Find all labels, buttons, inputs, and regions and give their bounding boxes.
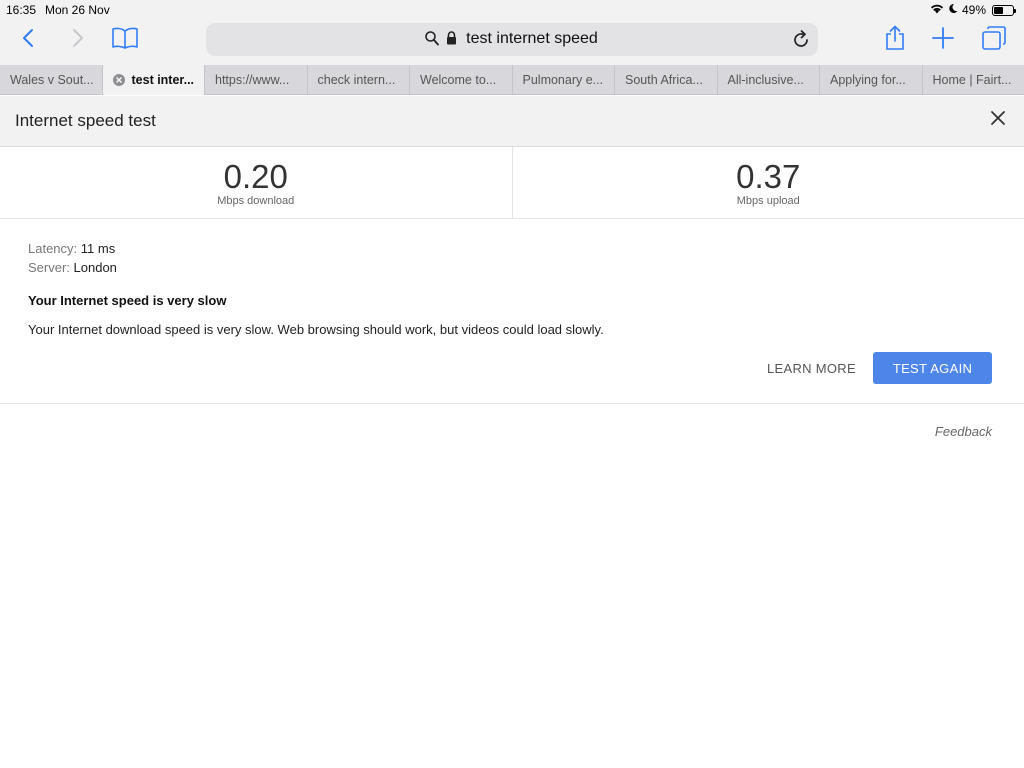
tabs-icon (981, 25, 1007, 56)
latency-label: Latency: (28, 241, 78, 256)
tab-item[interactable]: Wales v Sout... (0, 65, 103, 95)
new-tab-button[interactable] (930, 25, 956, 55)
latency-row: Latency: 11 ms (28, 239, 998, 258)
tab-item[interactable]: https://www... (205, 65, 308, 95)
address-bar[interactable]: test internet speed (206, 23, 818, 56)
tab-label: Applying for... (830, 73, 906, 87)
tab-bar: Wales v Sout... test inter... https://ww… (0, 65, 1024, 95)
tab-label: Welcome to... (420, 73, 497, 87)
tab-item[interactable]: Pulmonary e... (513, 65, 615, 95)
tab-label: https://www... (215, 73, 290, 87)
chevron-right-icon (72, 28, 84, 53)
speedtest-details: Latency: 11 ms Server: London Your Inter… (28, 239, 998, 337)
download-result: 0.20 Mbps download (0, 147, 513, 218)
status-date: Mon 26 Nov (45, 3, 110, 17)
upload-result: 0.37 Mbps upload (513, 147, 1024, 218)
server-label: Server: (28, 260, 70, 275)
bookmarks-button[interactable] (110, 25, 140, 55)
chevron-left-icon (22, 28, 34, 53)
wifi-icon (930, 3, 944, 17)
learn-more-button[interactable]: LEARN MORE (767, 361, 856, 376)
speedtest-header: Internet speed test (0, 96, 1024, 147)
tab-item[interactable]: South Africa... (615, 65, 718, 95)
moon-icon (948, 3, 958, 17)
tab-item[interactable]: All-inclusive... (718, 65, 820, 95)
status-time: 16:35 (6, 3, 37, 17)
share-icon (884, 25, 906, 56)
tab-label: South Africa... (625, 73, 703, 87)
upload-value: 0.37 (736, 158, 801, 195)
share-button[interactable] (882, 25, 908, 55)
status-bar: 16:35 Mon 26 Nov 49% (0, 0, 1024, 20)
result-description: Your Internet download speed is very slo… (28, 322, 604, 337)
forward-button[interactable] (68, 25, 88, 55)
tab-label: Wales v Sout... (10, 73, 94, 87)
book-icon (111, 26, 139, 55)
upload-label: Mbps upload (736, 195, 800, 207)
feedback-link[interactable]: Feedback (935, 424, 992, 439)
battery-icon (992, 4, 1016, 16)
tab-label: test inter... (131, 73, 195, 87)
reload-icon[interactable] (793, 30, 810, 53)
tab-item[interactable]: Welcome to... (410, 65, 513, 95)
latency-value: 11 ms (80, 241, 116, 256)
speed-results: 0.20 Mbps download 0.37 Mbps upload (0, 147, 1024, 219)
tab-item-active[interactable]: test inter... (102, 65, 205, 95)
speedtest-title: Internet speed test (15, 111, 156, 130)
close-icon[interactable] (990, 110, 1006, 131)
plus-icon (932, 26, 954, 54)
tab-item[interactable]: check intern... (308, 65, 410, 95)
back-button[interactable] (18, 25, 38, 55)
download-value: 0.20 (223, 158, 288, 195)
tab-label: Pulmonary e... (522, 73, 604, 87)
tab-item[interactable]: Applying for... (820, 65, 923, 95)
tab-label: Home | Fairt... (932, 73, 1012, 87)
status-right: 49% (930, 3, 1016, 17)
tab-label: check intern... (317, 73, 396, 87)
tab-label: All-inclusive... (727, 73, 804, 87)
divider (0, 403, 1024, 404)
battery-percent: 49% (961, 3, 986, 17)
download-label: Mbps download (217, 195, 295, 207)
server-row: Server: London (28, 258, 998, 277)
tabs-overview-button[interactable] (980, 25, 1008, 55)
test-again-button[interactable]: TEST AGAIN (873, 352, 992, 384)
server-value: London (73, 260, 117, 275)
tab-item[interactable]: Home | Fairt... (923, 65, 1024, 95)
close-tab-icon[interactable] (112, 74, 125, 86)
browser-toolbar: test internet speed (0, 20, 1024, 65)
result-headline: Your Internet speed is very slow (28, 293, 227, 308)
url-text: test internet speed (466, 30, 598, 47)
